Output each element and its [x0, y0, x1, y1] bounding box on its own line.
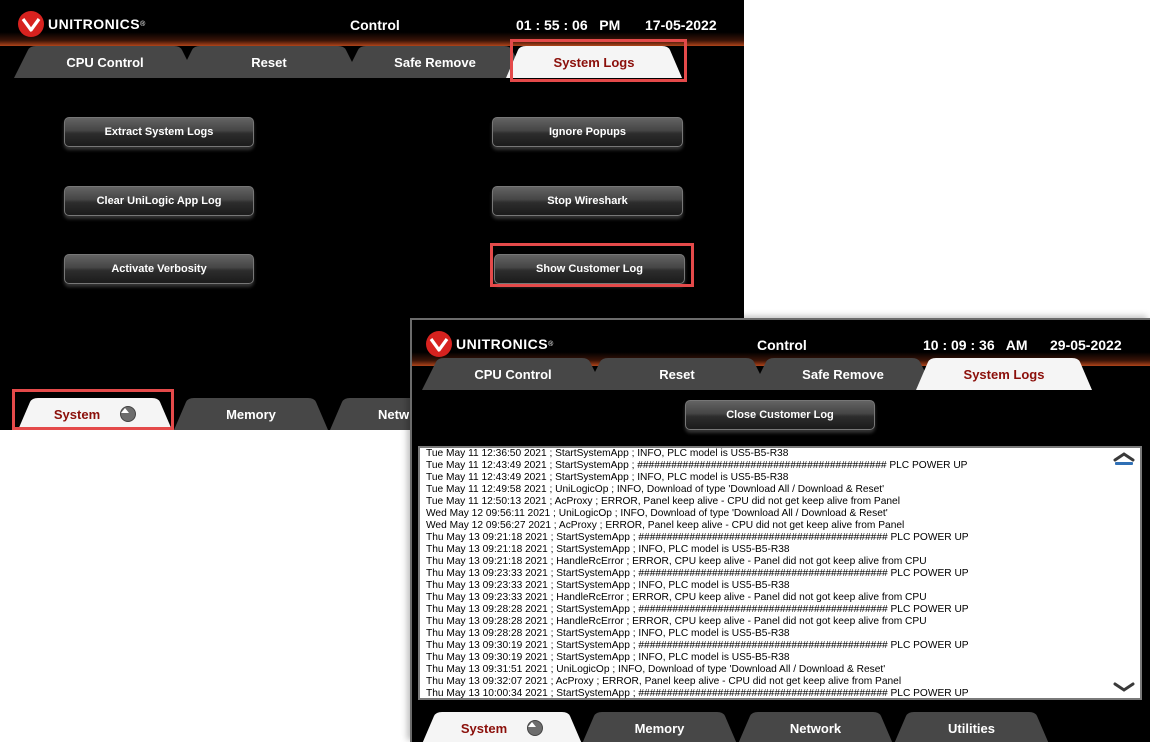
log-line: Tue May 11 12:43:49 2021 ; StartSystemAp…: [426, 460, 968, 471]
page-title: Control: [757, 337, 807, 353]
page-title: Control: [350, 17, 400, 33]
log-line: Thu May 13 09:31:51 2021 ; UniLogicOp ; …: [426, 664, 886, 675]
bottom-tabs: System Memory Network Utilities: [412, 712, 1150, 742]
clock-time: 10 : 09 : 36 AM: [923, 337, 1028, 353]
tab-cpu-control[interactable]: CPU Control: [422, 358, 604, 390]
close-customer-log-button[interactable]: Close Customer Log: [685, 400, 875, 430]
stop-wireshark-button[interactable]: Stop Wireshark: [492, 186, 683, 216]
tab-safe-remove[interactable]: Safe Remove: [344, 46, 526, 78]
log-line: Thu May 13 09:28:28 2021 ; StartSystemAp…: [426, 628, 790, 639]
tab-network[interactable]: Network: [738, 712, 893, 742]
extract-system-logs-button[interactable]: Extract System Logs: [64, 117, 254, 147]
log-line: Thu May 13 09:21:18 2021 ; StartSystemAp…: [426, 532, 969, 543]
ignore-popups-button[interactable]: Ignore Popups: [492, 117, 683, 147]
unitronics-logo-icon: [426, 331, 452, 357]
clock-time: 01 : 55 : 06 PM: [516, 17, 621, 33]
logo-text: UNITRONICS: [48, 16, 141, 32]
log-line: Wed May 12 09:56:11 2021 ; UniLogicOp ; …: [426, 508, 888, 519]
clock-date: 29-05-2022: [1050, 337, 1122, 353]
log-line: Wed May 12 09:56:27 2021 ; AcProxy ; ERR…: [426, 520, 905, 531]
unitronics-logo-icon: [18, 11, 44, 37]
chevron-down-icon[interactable]: [1112, 678, 1136, 696]
tab-utilities[interactable]: Utilities: [894, 712, 1049, 742]
hmi-screen-customer-log: UNITRONICS ® Control 10 : 09 : 36 AM 29-0…: [410, 318, 1150, 742]
tab-system-logs[interactable]: System Logs: [916, 358, 1092, 390]
tab-cpu-control[interactable]: CPU Control: [14, 46, 196, 78]
log-line: Thu May 13 09:23:33 2021 ; StartSystemAp…: [426, 568, 969, 579]
activate-verbosity-button[interactable]: Activate Verbosity: [64, 254, 254, 284]
log-line: Thu May 13 09:30:19 2021 ; StartSystemAp…: [426, 640, 969, 651]
unitronics-logo: UNITRONICS ®: [426, 331, 553, 357]
log-line: Thu May 13 09:21:18 2021 ; StartSystemAp…: [426, 544, 790, 555]
tab-system[interactable]: System: [422, 712, 582, 742]
log-line: Thu May 13 09:32:07 2021 ; AcProxy ; ERR…: [426, 676, 902, 687]
tab-safe-remove[interactable]: Safe Remove: [752, 358, 934, 390]
customer-log-view[interactable]: Tue May 11 12:36:50 2021 ; StartSystemAp…: [418, 446, 1142, 700]
logo-text: UNITRONICS: [456, 336, 549, 352]
tab-memory[interactable]: Memory: [582, 712, 737, 742]
tab-reset[interactable]: Reset: [586, 358, 768, 390]
log-line: Thu May 13 09:21:18 2021 ; HandleRcError…: [426, 556, 927, 567]
log-line: Thu May 13 09:30:19 2021 ; StartSystemAp…: [426, 652, 790, 663]
log-line: Tue May 11 12:36:50 2021 ; StartSystemAp…: [426, 448, 789, 459]
tab-memory[interactable]: Memory: [174, 398, 328, 430]
log-line: Thu May 13 10:00:34 2021 ; StartSystemAp…: [426, 688, 969, 699]
log-line: Thu May 13 09:23:33 2021 ; StartSystemAp…: [426, 580, 790, 591]
log-line: Thu May 13 09:28:28 2021 ; StartSystemAp…: [426, 604, 969, 615]
expand-up-icon[interactable]: [120, 406, 137, 422]
log-line: Thu May 13 09:28:28 2021 ; HandleRcError…: [426, 616, 927, 627]
clock-date: 17-05-2022: [645, 17, 717, 33]
log-lines: Tue May 11 12:36:50 2021 ; StartSystemAp…: [426, 448, 1110, 699]
chevron-up-icon[interactable]: [1112, 450, 1136, 468]
log-line: Tue May 11 12:43:49 2021 ; StartSystemAp…: [426, 472, 789, 483]
highlight-show-customer-log: [490, 243, 694, 287]
unitronics-logo: UNITRONICS ®: [18, 11, 145, 37]
clear-unilogic-app-log-button[interactable]: Clear UniLogic App Log: [64, 186, 254, 216]
tab-reset[interactable]: Reset: [178, 46, 360, 78]
log-line: Tue May 11 12:50:13 2021 ; AcProxy ; ERR…: [426, 496, 900, 507]
expand-up-icon[interactable]: [527, 720, 544, 736]
log-line: Tue May 11 12:49:58 2021 ; UniLogicOp ; …: [426, 484, 885, 495]
log-line: Thu May 13 09:23:33 2021 ; HandleRcError…: [426, 592, 927, 603]
top-tabs: CPU Control Reset Safe Remove System Log…: [412, 358, 1150, 390]
